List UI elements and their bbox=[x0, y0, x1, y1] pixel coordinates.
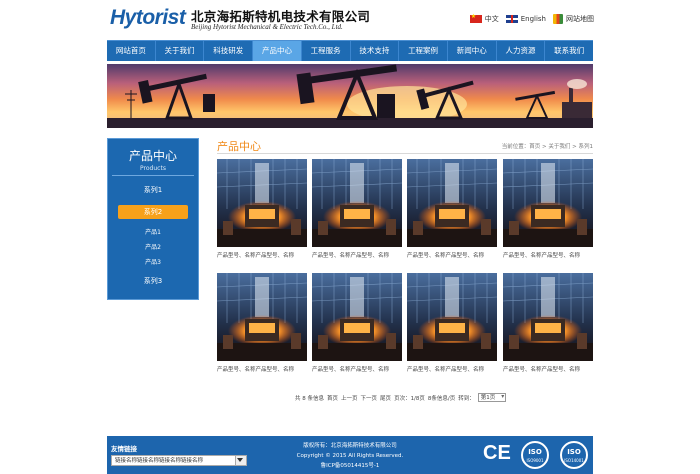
product-card[interactable]: 产品型号、名称产品型号、名称 bbox=[407, 273, 497, 373]
product-caption[interactable]: 产品型号、名称产品型号、名称 bbox=[217, 251, 307, 259]
product-caption[interactable]: 产品型号、名称产品型号、名称 bbox=[312, 365, 402, 373]
iso9001-badge-icon: ISO ISO9001 bbox=[521, 441, 549, 469]
main-content: 产品中心 当前位置：首页 > 关于我们 > 系列1 产品型号、名称产品型号、名称 bbox=[217, 136, 593, 402]
nav-item-home[interactable]: 网站首页 bbox=[107, 41, 156, 61]
sitemap-icon bbox=[553, 14, 563, 24]
sidebar-subitem-3[interactable]: 产品3 bbox=[108, 255, 198, 270]
banner-image bbox=[107, 64, 593, 128]
nav-item-research[interactable]: 科技研发 bbox=[204, 41, 254, 61]
pager-jump-label: 转到： bbox=[458, 395, 475, 402]
copyright-text: Copyright © 2015 All Rights Reserved. bbox=[296, 453, 404, 459]
product-card[interactable]: 产品型号、名称产品型号、名称 bbox=[503, 159, 593, 259]
product-image[interactable] bbox=[407, 273, 497, 361]
sidebar-title: 产品中心 bbox=[128, 149, 177, 163]
furnace-illustration bbox=[312, 159, 402, 247]
product-card[interactable]: 产品型号、名称产品型号、名称 bbox=[312, 273, 402, 373]
pagination: 共 8 条信息 首页 上一页 下一页 尾页 页次：1/8页 8条信息/页 转到：… bbox=[295, 393, 507, 402]
sidebar-divider bbox=[112, 175, 194, 176]
copyright-owner: 版权所有：北京海拓斯特技术有限公司 bbox=[303, 443, 397, 449]
sidebar-category-1[interactable]: 系列1 bbox=[108, 183, 198, 197]
furnace-illustration bbox=[407, 273, 497, 361]
product-image[interactable] bbox=[407, 159, 497, 247]
nav-item-about[interactable]: 关于我们 bbox=[156, 41, 205, 61]
product-caption[interactable]: 产品型号、名称产品型号、名称 bbox=[312, 251, 402, 259]
sidebar-subitem-2[interactable]: 产品2 bbox=[108, 240, 198, 255]
sidebar: 产品中心 Products 系列1 系列2 产品1 产品2 产品3 系列3 bbox=[107, 138, 199, 300]
product-caption[interactable]: 产品型号、名称产品型号、名称 bbox=[503, 251, 593, 259]
section-header: 产品中心 当前位置：首页 > 关于我们 > 系列1 bbox=[217, 136, 593, 154]
link-sitemap[interactable]: 网站地图 bbox=[566, 14, 594, 24]
uk-flag-icon bbox=[505, 15, 518, 23]
pager-page-info: 页次：1/8页 bbox=[394, 395, 425, 402]
pager-jump-select[interactable]: 第1页 bbox=[477, 393, 507, 402]
sidebar-list: 系列1 系列2 产品1 产品2 产品3 系列3 bbox=[108, 183, 198, 288]
section-title: 产品中心 bbox=[217, 140, 261, 153]
sidebar-category-3[interactable]: 系列3 bbox=[108, 274, 198, 288]
product-image[interactable] bbox=[503, 273, 593, 361]
product-card[interactable]: 产品型号、名称产品型号、名称 bbox=[503, 273, 593, 373]
nav-item-engineering[interactable]: 工程服务 bbox=[302, 41, 351, 61]
product-caption[interactable]: 产品型号、名称产品型号、名称 bbox=[407, 365, 497, 373]
china-flag-icon bbox=[469, 13, 482, 23]
logo[interactable]: Hytorist bbox=[110, 6, 186, 30]
furnace-illustration bbox=[503, 273, 593, 361]
furnace-illustration bbox=[312, 273, 402, 361]
product-image[interactable] bbox=[312, 273, 402, 361]
product-image[interactable] bbox=[503, 159, 593, 247]
chevron-down-icon[interactable] bbox=[237, 458, 243, 462]
company-name-en: Beijing Hytorist Mechanical & Electric T… bbox=[191, 23, 343, 31]
pager-last[interactable]: 尾页 bbox=[380, 394, 391, 402]
product-image[interactable] bbox=[217, 273, 307, 361]
pager-prev[interactable]: 上一页 bbox=[341, 394, 358, 402]
product-caption[interactable]: 产品型号、名称产品型号、名称 bbox=[217, 365, 307, 373]
product-card[interactable]: 产品型号、名称产品型号、名称 bbox=[312, 159, 402, 259]
top-links: 中文 English 网站地图 bbox=[466, 13, 594, 24]
sidebar-subtitle: Products bbox=[140, 165, 166, 172]
iso1-title: ISO bbox=[528, 448, 542, 456]
product-card[interactable]: 产品型号、名称产品型号、名称 bbox=[217, 273, 307, 373]
footer-info: 版权所有：北京海拓斯特技术有限公司 Copyright © 2015 All R… bbox=[275, 441, 425, 471]
link-chinese[interactable]: 中文 bbox=[485, 14, 499, 24]
nav-item-news[interactable]: 新闻中心 bbox=[448, 41, 497, 61]
product-caption[interactable]: 产品型号、名称产品型号、名称 bbox=[407, 251, 497, 259]
iso14001-badge-icon: ISO ISO14001 bbox=[560, 441, 588, 469]
product-card[interactable]: 产品型号、名称产品型号、名称 bbox=[407, 159, 497, 259]
nav-item-contact: 联系我们 bbox=[554, 46, 585, 55]
site-footer: 友情链接 链接名称链接名称链接名称链接名称 版权所有：北京海拓斯特技术有限公司 … bbox=[107, 436, 593, 474]
furnace-illustration bbox=[407, 159, 497, 247]
nav-item-products[interactable]: 产品中心 bbox=[253, 41, 302, 61]
friend-links-select[interactable]: 链接名称链接名称链接名称链接名称 bbox=[111, 455, 247, 466]
sidebar-category-2[interactable]: 系列2 bbox=[118, 205, 188, 219]
furnace-illustration bbox=[217, 273, 307, 361]
product-image[interactable] bbox=[217, 159, 307, 247]
pager-next[interactable]: 下一页 bbox=[361, 394, 378, 402]
pager-first[interactable]: 首页 bbox=[327, 394, 338, 402]
ce-mark-icon: CE bbox=[483, 442, 511, 464]
product-image[interactable] bbox=[312, 159, 402, 247]
iso2-title: ISO bbox=[567, 448, 581, 456]
main-nav: 网站首页 关于我们 科技研发 产品中心 工程服务 技术支持 工程案例 新闻中心 … bbox=[107, 40, 593, 61]
iso1-code: ISO9001 bbox=[526, 458, 544, 463]
furnace-illustration bbox=[217, 159, 307, 247]
oil-pump-silhouettes bbox=[107, 64, 593, 128]
link-english[interactable]: English bbox=[521, 15, 546, 23]
furnace-illustration bbox=[503, 159, 593, 247]
sidebar-subitem-1[interactable]: 产品1 bbox=[108, 225, 198, 240]
nav-item-hr[interactable]: 人力资源 bbox=[497, 41, 546, 61]
pager-per-page: 8条信息/页 bbox=[427, 395, 456, 402]
icp-number[interactable]: 鲁ICP备05014415号-1 bbox=[275, 461, 425, 471]
nav-item-cases[interactable]: 工程案例 bbox=[399, 41, 448, 61]
friend-links-label: 友情链接 bbox=[111, 445, 137, 453]
nav-item-support[interactable]: 技术支持 bbox=[351, 41, 400, 61]
breadcrumb[interactable]: 当前位置：首页 > 关于我们 > 系列1 bbox=[502, 142, 593, 150]
iso2-code: ISO14001 bbox=[564, 458, 584, 463]
pager-summary: 共 8 条信息 bbox=[295, 395, 324, 402]
product-caption[interactable]: 产品型号、名称产品型号、名称 bbox=[503, 365, 593, 373]
product-card[interactable]: 产品型号、名称产品型号、名称 bbox=[217, 159, 307, 259]
site-header: Hytorist 北京海拓斯特机电技术有限公司 Beijing Hytorist… bbox=[0, 0, 700, 40]
